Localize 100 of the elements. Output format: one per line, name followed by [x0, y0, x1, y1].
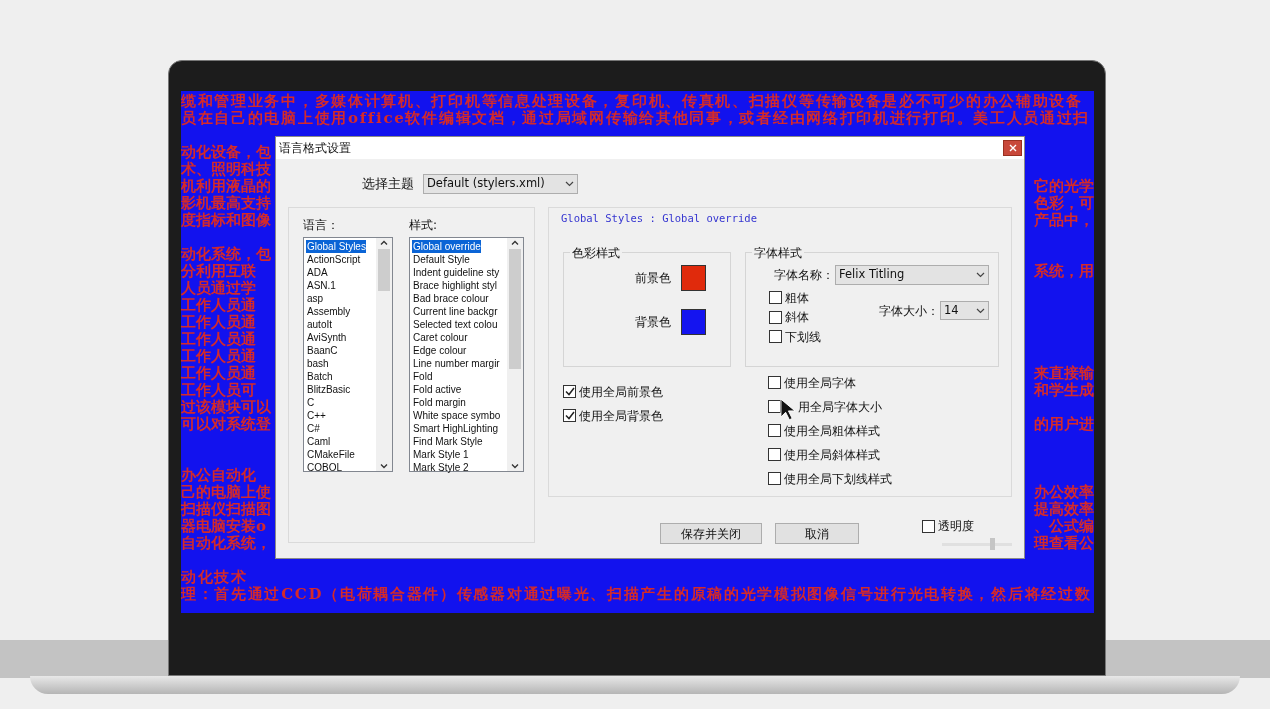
list-item[interactable]: Fold margin	[412, 396, 466, 409]
scroll-up-icon[interactable]	[380, 240, 388, 245]
editor-text-line: 理查看公	[1032, 535, 1094, 552]
list-item[interactable]: asp	[306, 292, 324, 305]
editor-text-line: 的用户进	[1033, 416, 1094, 433]
list-item[interactable]: BlitzBasic	[306, 383, 351, 396]
group-title: 色彩样式	[571, 246, 621, 259]
editor-text-line: 色彩，可	[1033, 195, 1094, 212]
list-item[interactable]: Find Mark Style	[412, 435, 483, 448]
list-item[interactable]: Smart HighLighting	[412, 422, 499, 435]
checkbox[interactable]	[769, 310, 782, 324]
list-item[interactable]: Caret colour	[412, 331, 468, 344]
editor-text-line: 理：首先通过CCD（电荷耦合器件）传感器对通过曝光、扫描产生的原稿的光学模拟图像信号进行光电转换，然后将经过数	[181, 586, 1092, 603]
checkbox[interactable]	[922, 519, 935, 533]
list-item[interactable]: C	[306, 396, 315, 409]
editor-text-line: 动化技术	[181, 569, 248, 586]
scrollbar[interactable]	[376, 238, 392, 471]
editor-text-line: 工作人员通	[181, 331, 257, 348]
list-item[interactable]: Mark Style 1	[412, 448, 469, 461]
list-item[interactable]: Batch	[306, 370, 333, 383]
scroll-up-icon[interactable]	[511, 240, 519, 245]
colour-swatch[interactable]	[681, 264, 706, 291]
list-item[interactable]: Default Style	[412, 253, 470, 266]
editor-text-line: 自动化系统，	[181, 535, 272, 552]
list-item[interactable]: Selected text colou	[412, 318, 498, 331]
editor-text-line: 工作人员可	[181, 382, 257, 399]
slider-thumb[interactable]	[989, 538, 995, 550]
list-item[interactable]: C++	[306, 409, 326, 422]
list-item[interactable]: Mark Style 2	[412, 461, 469, 474]
checkbox[interactable]	[563, 409, 576, 423]
list-item[interactable]: Line number margir	[412, 357, 500, 370]
checkbox[interactable]	[769, 330, 782, 343]
checkbox[interactable]	[768, 376, 781, 390]
list-item[interactable]: Fold active	[412, 383, 462, 396]
list-item[interactable]: AviSynth	[306, 331, 347, 344]
scrollbar[interactable]	[507, 238, 523, 471]
editor-text-line: 动化系统，包	[181, 246, 272, 263]
font-size-dropdown[interactable]: 14	[940, 301, 989, 321]
editor-text-line: 可以对系统登	[181, 416, 272, 433]
list-item[interactable]: COBOL	[306, 461, 342, 474]
chevron-down-icon	[976, 307, 985, 314]
editor-text-line: 己的电脑上使	[181, 484, 272, 501]
editor-text-line: 办公效率	[1033, 484, 1094, 501]
editor-text-line: 分利用互联	[181, 263, 257, 280]
group-title: 字体样式	[753, 246, 803, 259]
checkbox-label: 使用全局字体	[784, 374, 856, 392]
checkbox[interactable]	[768, 472, 781, 486]
editor-text-line: 影机最高支持	[181, 195, 272, 212]
colour-label: 背景色	[635, 313, 671, 331]
list-item[interactable]: White space symbo	[412, 409, 501, 422]
checkbox[interactable]	[768, 424, 781, 438]
save-button[interactable]: 保存并关闭	[660, 523, 762, 544]
checkbox-label: 使用全局斜体样式	[784, 446, 880, 464]
editor-text-line: 提高效率	[1033, 501, 1094, 518]
editor-text-line: 工作人员通	[181, 314, 257, 331]
checkbox[interactable]	[768, 448, 781, 462]
scroll-down-icon[interactable]	[380, 464, 388, 469]
colour-swatch[interactable]	[681, 308, 706, 335]
list-item[interactable]: ASN.1	[306, 279, 336, 292]
close-button[interactable]	[1003, 140, 1022, 156]
list-item[interactable]: Current line backgr	[412, 305, 498, 318]
close-icon	[1008, 144, 1017, 152]
list-item[interactable]: BaanC	[306, 344, 338, 357]
list-item[interactable]: Caml	[306, 435, 331, 448]
cancel-button[interactable]: 取消	[775, 523, 859, 544]
list-item[interactable]: ADA	[306, 266, 328, 279]
list-item[interactable]: Global Styles	[306, 240, 366, 253]
font-size-label: 字体大小：	[879, 302, 939, 320]
list-item[interactable]: ActionScript	[306, 253, 361, 266]
checkbox-label: 下划线	[785, 328, 821, 346]
editor-text-line: 机利用液晶的	[181, 178, 272, 195]
theme-dropdown[interactable]: Default (stylers.xml)	[423, 174, 578, 194]
font-name-dropdown[interactable]: Felix Titling	[835, 264, 989, 285]
editor-text-line: 来直接输	[1033, 365, 1094, 382]
list-item[interactable]: autoIt	[306, 318, 333, 331]
chevron-down-icon	[976, 271, 985, 278]
list-item[interactable]: CMakeFile	[306, 448, 355, 461]
list-item[interactable]: C#	[306, 422, 320, 435]
scroll-thumb[interactable]	[509, 249, 521, 369]
scroll-down-icon[interactable]	[511, 464, 519, 469]
list-item[interactable]: Bad brace colour	[412, 292, 489, 305]
editor-text-line: 工作人员通	[181, 297, 257, 314]
list-item[interactable]: Global override	[412, 240, 481, 253]
list-item[interactable]: Edge colour	[412, 344, 467, 357]
scroll-thumb[interactable]	[378, 249, 390, 291]
checkbox[interactable]	[563, 385, 576, 399]
list-label: 语言：	[303, 217, 340, 234]
font-name-label: 字体名称：	[774, 266, 834, 284]
checkbox-label: 粗体	[785, 289, 809, 307]
editor-text-line: 系统，用	[1033, 263, 1094, 280]
list-item[interactable]: bash	[306, 357, 329, 370]
list-item[interactable]: Assembly	[306, 305, 351, 318]
editor-text-line: 产品中，	[1033, 212, 1094, 229]
checkbox-label: 透明度	[938, 518, 974, 535]
checkbox[interactable]	[769, 291, 782, 304]
checkbox-label: 使用全局下划线样式	[784, 470, 892, 488]
list-label: 样式:	[409, 217, 439, 234]
list-item[interactable]: Fold	[412, 370, 433, 383]
list-item[interactable]: Indent guideline sty	[412, 266, 500, 279]
list-item[interactable]: Brace highlight styl	[412, 279, 497, 292]
